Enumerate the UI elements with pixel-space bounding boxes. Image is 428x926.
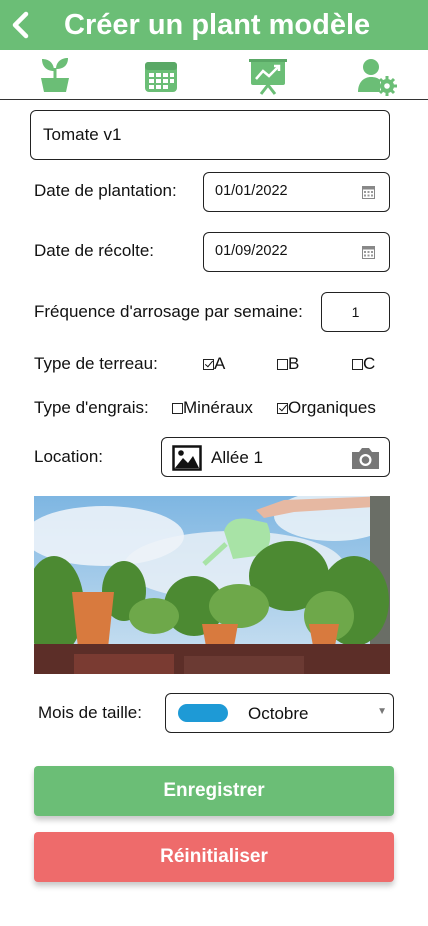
back-arrow-icon[interactable] bbox=[8, 9, 34, 41]
watering-frequency-input[interactable]: 1 bbox=[321, 292, 390, 332]
harvest-date-label: Date de récolte: bbox=[34, 241, 155, 260]
growth-chart-icon[interactable] bbox=[246, 56, 290, 96]
image-icon bbox=[172, 445, 202, 471]
planting-date-input[interactable]: 01/01/2022 bbox=[203, 172, 390, 212]
planting-date-value: 01/01/2022 bbox=[215, 183, 288, 199]
watering-frequency-value: 1 bbox=[351, 304, 360, 320]
soil-type-label: Type de terreau: bbox=[34, 354, 158, 373]
soil-option-b[interactable]: B bbox=[277, 353, 299, 375]
month-color-swatch bbox=[178, 704, 228, 722]
seedling-icon[interactable] bbox=[33, 56, 77, 96]
harvest-date-input[interactable]: 01/09/2022 bbox=[203, 232, 390, 272]
calendar-icon[interactable] bbox=[139, 56, 183, 96]
pruning-month-value: Octobre bbox=[248, 704, 309, 723]
page-title: Créer un plant modèle bbox=[64, 9, 371, 41]
location-label: Location: bbox=[34, 447, 103, 466]
location-value: Allée 1 bbox=[211, 448, 263, 467]
plant-name-input[interactable]: Tomate v1 bbox=[30, 110, 390, 160]
calendar-picker-icon[interactable] bbox=[362, 245, 375, 259]
checkbox-unchecked[interactable] bbox=[352, 359, 363, 370]
save-button[interactable]: Enregistrer bbox=[34, 766, 394, 816]
pruning-month-select[interactable]: Octobre ▼ bbox=[165, 693, 394, 733]
checkbox-unchecked[interactable] bbox=[172, 403, 183, 414]
checkbox-checked[interactable] bbox=[277, 403, 288, 414]
app-header: Créer un plant modèle bbox=[0, 0, 428, 50]
watering-frequency-label: Fréquence d'arrosage par semaine: bbox=[34, 302, 303, 321]
fertilizer-type-label: Type d'engrais: bbox=[34, 398, 149, 417]
planting-date-label: Date de plantation: bbox=[34, 181, 177, 200]
tab-bar bbox=[0, 50, 428, 100]
soil-option-c[interactable]: C bbox=[352, 353, 375, 375]
calendar-picker-icon[interactable] bbox=[362, 185, 375, 199]
location-input[interactable]: Allée 1 bbox=[161, 437, 390, 477]
fertilizer-option-organic[interactable]: Organiques bbox=[277, 397, 376, 419]
soil-option-a[interactable]: A bbox=[203, 353, 225, 375]
camera-icon[interactable] bbox=[350, 445, 381, 471]
reset-button[interactable]: Réinitialiser bbox=[34, 832, 394, 882]
harvest-date-value: 01/09/2022 bbox=[215, 243, 288, 259]
pruning-month-label: Mois de taille: bbox=[38, 703, 142, 722]
plant-name-value: Tomate v1 bbox=[43, 125, 122, 144]
chevron-down-icon: ▼ bbox=[377, 706, 387, 717]
fertilizer-option-mineral[interactable]: Minéraux bbox=[172, 397, 253, 419]
plant-photo bbox=[34, 496, 390, 674]
checkbox-unchecked[interactable] bbox=[277, 359, 288, 370]
user-settings-icon[interactable] bbox=[354, 56, 398, 96]
checkbox-checked[interactable] bbox=[203, 359, 214, 370]
